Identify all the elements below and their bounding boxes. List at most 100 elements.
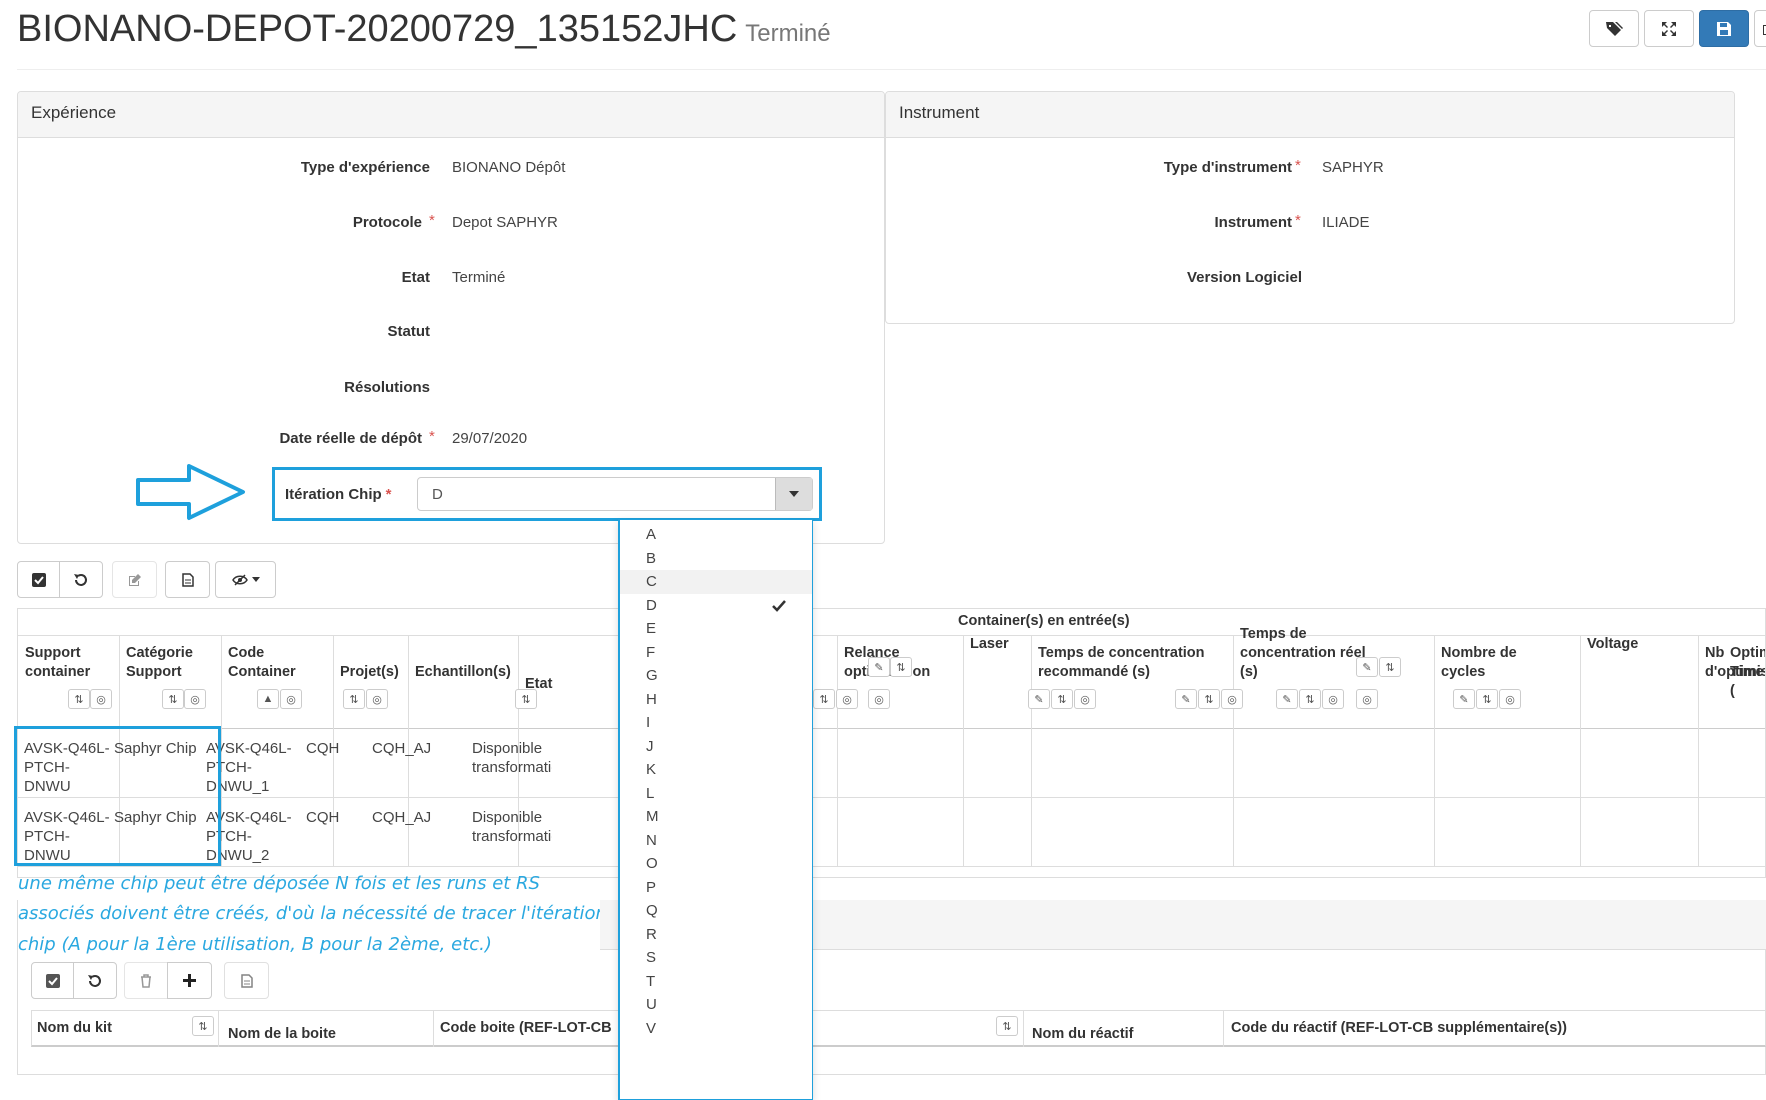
edit-button[interactable] xyxy=(1754,10,1766,47)
grid-col-divider xyxy=(963,635,964,867)
dropdown-option[interactable]: J xyxy=(646,738,654,755)
col-header: Nombre de xyxy=(1441,645,1517,661)
sort-icon[interactable]: ⇅ xyxy=(343,689,365,709)
iteration-chip-value: D xyxy=(432,486,443,503)
field-value: SAPHYR xyxy=(1322,159,1384,176)
reagents-delete-button[interactable] xyxy=(124,962,168,999)
dropdown-option[interactable]: N xyxy=(646,832,657,849)
eye-slash-icon[interactable]: ◎ xyxy=(1322,689,1344,709)
fullscreen-button[interactable] xyxy=(1644,10,1694,47)
sort-icon[interactable]: ⇅ xyxy=(1299,689,1321,709)
sort-icon[interactable]: ⇅ xyxy=(996,1016,1018,1036)
sort-icon[interactable]: ⇅ xyxy=(1051,689,1073,709)
dropdown-option[interactable]: K xyxy=(646,761,656,778)
undo-button[interactable] xyxy=(59,561,103,598)
dropdown-option[interactable]: P xyxy=(646,879,656,896)
dropdown-option[interactable]: B xyxy=(646,550,656,567)
dropdown-option[interactable]: R xyxy=(646,926,657,943)
edit-icon[interactable]: ✎ xyxy=(1356,657,1378,677)
grid-cell: transformation xyxy=(472,828,552,845)
edit-icon xyxy=(1763,24,1766,35)
iteration-chip-select[interactable]: D xyxy=(417,477,813,511)
save-button[interactable] xyxy=(1699,10,1749,47)
sort-icon[interactable]: ⇅ xyxy=(515,689,537,709)
eye-slash-icon[interactable]: ◎ xyxy=(1499,689,1521,709)
instrument-panel-heading: Instrument xyxy=(886,92,1734,138)
eye-slash-icon[interactable]: ◎ xyxy=(366,689,388,709)
col-header: Support xyxy=(126,664,182,680)
eye-slash-icon xyxy=(231,573,248,586)
select-all-button[interactable] xyxy=(17,561,60,598)
sort-icon[interactable]: ⇅ xyxy=(68,689,90,709)
dropdown-option[interactable]: U xyxy=(646,996,657,1013)
edit-rows-button[interactable] xyxy=(112,561,157,598)
grid-header-divider xyxy=(18,728,1765,729)
column-visibility-button[interactable] xyxy=(215,561,276,598)
instrument-panel: Instrument xyxy=(885,91,1735,324)
sort-icon[interactable]: ⇅ xyxy=(162,689,184,709)
eye-slash-icon[interactable]: ◎ xyxy=(868,689,890,709)
reagents-add-button[interactable] xyxy=(167,962,212,999)
dropdown-option[interactable]: Q xyxy=(646,902,658,919)
col-divider xyxy=(1023,1010,1024,1047)
dropdown-option[interactable]: O xyxy=(646,855,658,872)
dropdown-option[interactable]: L xyxy=(646,785,654,802)
dropdown-option[interactable]: M xyxy=(646,808,659,825)
col-header: Temps de concentration xyxy=(1038,645,1205,661)
dropdown-option[interactable]: E xyxy=(646,620,656,637)
reagents-select-all-button[interactable] xyxy=(31,962,74,999)
grid-cell: Disponible xyxy=(472,740,543,757)
eye-slash-icon[interactable]: ◎ xyxy=(1074,689,1096,709)
eye-slash-icon[interactable]: ◎ xyxy=(836,689,858,709)
dropdown-option[interactable]: D xyxy=(646,597,657,614)
sort-icon[interactable]: ⇅ xyxy=(1379,657,1401,677)
sort-icon[interactable]: ⇅ xyxy=(192,1016,214,1036)
col-header: Support xyxy=(25,645,81,661)
reagents-export-button[interactable] xyxy=(224,962,269,999)
dropdown-option[interactable]: T xyxy=(646,973,655,990)
dropdown-option[interactable]: I xyxy=(646,714,650,731)
undo-icon xyxy=(74,573,87,586)
edit-icon[interactable]: ✎ xyxy=(1175,689,1197,709)
edit-icon[interactable]: ✎ xyxy=(1453,689,1475,709)
sort-icon[interactable]: ▲ xyxy=(257,689,279,709)
containers-grid: Container(s) en entrée(s) Support contain… xyxy=(17,608,1766,878)
dropdown-option[interactable]: S xyxy=(646,949,656,966)
dropdown-option[interactable]: A xyxy=(646,526,656,543)
dropdown-option[interactable]: F xyxy=(646,644,655,661)
sort-icon[interactable]: ⇅ xyxy=(890,657,912,677)
edit-icon[interactable]: ✎ xyxy=(1028,689,1050,709)
field-label: Etat xyxy=(401,269,430,286)
dropdown-toggle[interactable] xyxy=(775,478,812,510)
export-button[interactable] xyxy=(165,561,210,598)
edit-icon[interactable]: ✎ xyxy=(1276,689,1298,709)
grid-cell: CQH_AJ xyxy=(372,809,432,826)
field-label: Date réelle de dépôt xyxy=(279,430,422,447)
grid-cell: Disponible xyxy=(472,809,543,826)
col-header: Voltage xyxy=(1587,636,1639,652)
required-marker: * xyxy=(1295,212,1301,229)
grid-cell: CQH xyxy=(306,809,340,826)
edit-icon[interactable]: ✎ xyxy=(868,657,890,677)
eye-slash-icon[interactable]: ◎ xyxy=(1356,689,1378,709)
file-icon xyxy=(181,572,194,587)
field-label: Type d'expérience xyxy=(300,159,430,176)
grid-col-divider xyxy=(1233,635,1234,867)
col-header: Echantillon(s) xyxy=(415,664,511,680)
sort-icon[interactable]: ⇅ xyxy=(1476,689,1498,709)
sort-icon[interactable]: ⇅ xyxy=(813,689,835,709)
field-label: Version Logiciel xyxy=(1186,269,1302,286)
eye-slash-icon[interactable]: ◎ xyxy=(90,689,112,709)
dropdown-option[interactable]: C xyxy=(646,573,657,590)
dropdown-option[interactable]: G xyxy=(646,667,658,684)
eye-slash-icon[interactable]: ◎ xyxy=(184,689,206,709)
field-value: 29/07/2020 xyxy=(452,430,528,447)
grid-col-divider xyxy=(837,635,838,867)
eye-slash-icon[interactable]: ◎ xyxy=(1221,689,1243,709)
dropdown-option[interactable]: V xyxy=(646,1020,656,1037)
eye-slash-icon[interactable]: ◎ xyxy=(280,689,302,709)
sort-icon[interactable]: ⇅ xyxy=(1198,689,1220,709)
dropdown-option[interactable]: H xyxy=(646,691,657,708)
tag-button[interactable] xyxy=(1589,10,1639,47)
reagents-undo-button[interactable] xyxy=(73,962,117,999)
